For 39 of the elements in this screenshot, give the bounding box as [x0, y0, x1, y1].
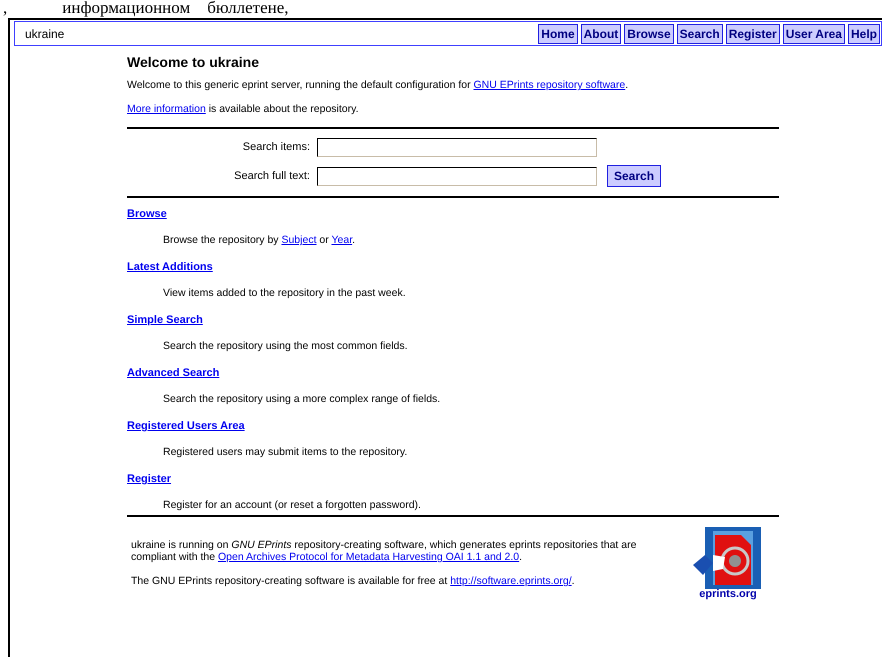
document-text: , — [3, 0, 8, 18]
link[interactable]: Open Archives Protocol for Metadata Harvesting OAI 1.1 and 2.0 — [218, 551, 520, 563]
section-description: Search the repository using the most common fields. — [163, 340, 409, 353]
section-link[interactable]: Register — [127, 473, 172, 485]
nav-button[interactable]: Help — [848, 24, 880, 44]
link[interactable]: GNU EPrints repository software — [474, 79, 626, 91]
nav-button[interactable]: About — [580, 24, 622, 44]
section-description: Register for an account (or reset a forgotten password). — [163, 499, 422, 512]
section-link[interactable]: Browse — [127, 208, 167, 220]
section-link[interactable]: Registered Users Area — [127, 420, 245, 432]
nav-button[interactable]: Register — [726, 24, 780, 44]
field-label: Search full text: — [233, 170, 311, 182]
section-description: View items added to the repository in the past week. — [163, 287, 407, 300]
site-name: ukraine — [25, 26, 64, 42]
document-text: информационном бюллетене, — [62, 0, 289, 18]
intro-text: Welcome to this generic eprint server, running the default configuration for GNU EPrints repository software. — [127, 79, 630, 92]
footer-text: ukraine is running on GNU EPrints repository-creating software, which generates eprints repositories that are compliant with the Open Archives Protocol for Metadata Harvesting OAI 1.1 and 2.0. — [131, 539, 638, 563]
link[interactable]: Year — [331, 234, 352, 246]
link[interactable]: http://software.eprints.org/ — [450, 575, 572, 587]
section-link[interactable]: Simple Search — [127, 314, 203, 326]
search-button[interactable]: Search — [607, 165, 662, 187]
nav-button[interactable]: User Area — [782, 24, 845, 44]
intro-text: More information is available about the repository. — [127, 103, 360, 116]
search-field[interactable] — [317, 138, 597, 157]
link[interactable]: More information — [127, 103, 206, 115]
nav-button[interactable]: Browse — [624, 24, 674, 44]
nav-button[interactable]: Home — [538, 24, 578, 44]
footer-text: The GNU EPrints repository-creating software is available for free at http://software.eprints.org/. — [131, 575, 576, 587]
logo-caption: eprints.org — [699, 589, 757, 600]
section-description: Browse the repository by Subject or Year. — [163, 234, 356, 247]
field-label: Search items: — [242, 141, 311, 154]
section-description: Registered users may submit items to the repository. — [163, 446, 408, 459]
link[interactable]: Subject — [281, 234, 316, 246]
section-link[interactable]: Advanced Search — [127, 367, 220, 379]
section-description: Search the repository using a more complex range of fields. — [163, 393, 442, 406]
nav-button[interactable]: Search — [676, 24, 723, 44]
search-field[interactable] — [317, 166, 597, 186]
section-link[interactable]: Latest Additions — [127, 261, 213, 273]
page-title: Welcome to ukraine — [127, 56, 260, 69]
